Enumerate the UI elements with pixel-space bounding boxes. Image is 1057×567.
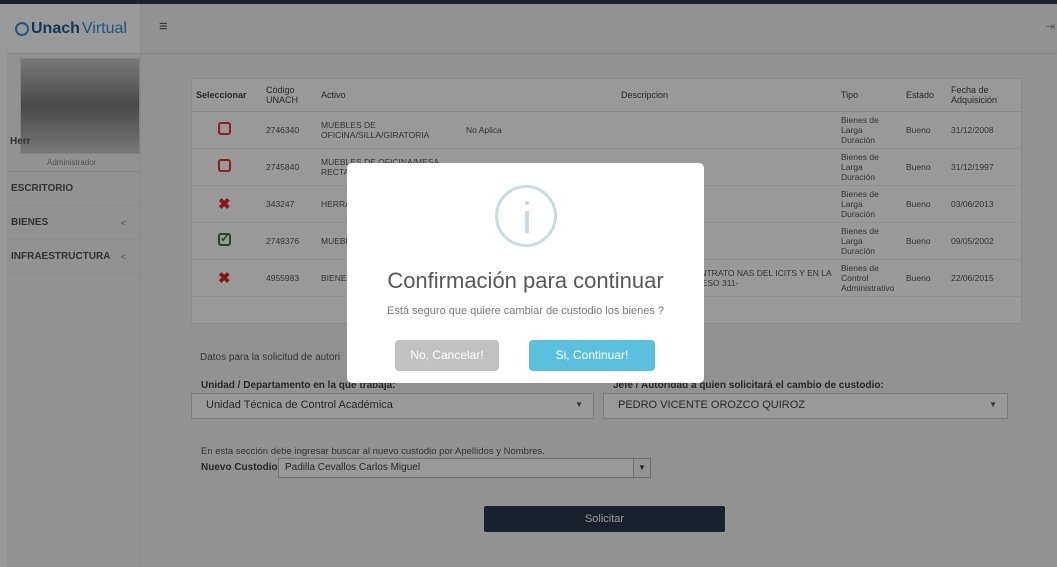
cancel-button[interactable]: No, Cancelar! <box>395 340 499 371</box>
dialog-text: Está seguro que quiere cambiar de custod… <box>386 305 664 317</box>
confirm-dialog: Confirmación para continuar Está seguro … <box>347 163 704 383</box>
info-icon <box>495 185 557 247</box>
confirm-button[interactable]: Si, Continuar! <box>529 340 655 371</box>
app: Unach Virtual Herr Administrador ESCRITO… <box>0 0 1057 567</box>
dialog-title: Confirmación para continuar <box>387 268 664 293</box>
info-dot <box>525 201 529 205</box>
info-bar <box>525 211 529 233</box>
